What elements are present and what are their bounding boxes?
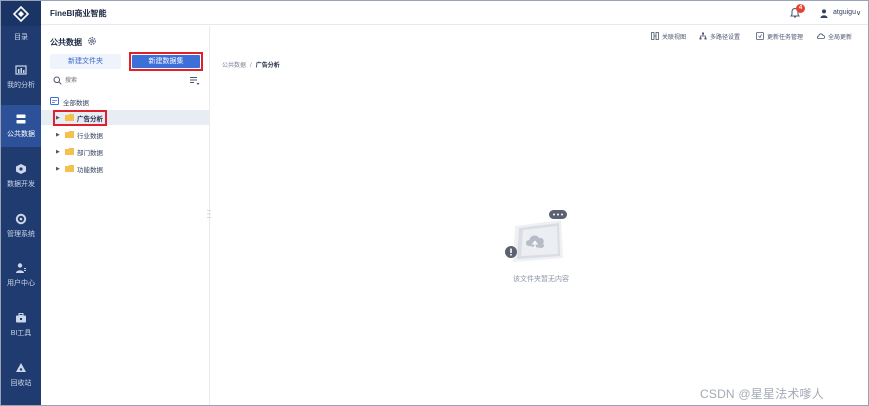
multi-path-icon — [699, 32, 707, 40]
empty-folder-illustration — [505, 210, 567, 262]
new-dataset-button[interactable]: 新建数据集 — [132, 55, 200, 68]
update-task-button[interactable]: 更新任务管理 — [756, 31, 803, 41]
folder-label: 行业数据 — [77, 132, 103, 140]
admin-icon — [15, 213, 27, 225]
relation-view-button[interactable]: 关联视图 — [651, 31, 686, 41]
highlight-box — [53, 110, 107, 126]
toolbar: 关联视图 多路径设置 更新任务管理 全局更新 — [211, 26, 868, 44]
rail-item-label: 数据开发 — [7, 181, 35, 188]
rail-item-catalog[interactable]: 目录 — [1, 26, 41, 48]
filter-icon[interactable] — [189, 76, 200, 86]
breadcrumb-root[interactable]: 公共数据 — [222, 63, 246, 69]
global-update-icon — [817, 33, 825, 39]
folder-icon — [65, 165, 74, 172]
folder-item-department-data[interactable]: ▶ 部门数据 — [41, 144, 209, 159]
multi-path-button[interactable]: 多路径设置 — [699, 31, 740, 41]
update-task-icon — [756, 32, 764, 40]
rail-item-admin[interactable]: 管理系统 — [1, 205, 41, 247]
tree-root[interactable]: 全部数据 — [50, 96, 89, 107]
rail-item-public-data[interactable]: 公共数据 — [1, 105, 41, 147]
data-dev-icon — [16, 164, 26, 174]
panel-title: 公共数据 — [50, 38, 82, 47]
breadcrumb-separator: / — [250, 63, 252, 69]
folder-label: 部门数据 — [77, 149, 103, 157]
watermark: CSDN @星星法术嗲人 — [700, 387, 824, 401]
global-update-button[interactable]: 全局更新 — [817, 31, 852, 41]
public-data-icon — [16, 114, 26, 124]
user-center-icon — [16, 263, 26, 273]
rail-item-label: 公共数据 — [7, 131, 35, 138]
highlight-box: 新建数据集 — [129, 52, 203, 71]
user-icon — [820, 9, 828, 18]
rail-item-label: 我的分析 — [7, 82, 35, 89]
rail-item-label: 管理系统 — [7, 231, 35, 238]
search-input[interactable] — [65, 75, 165, 87]
rail-item-recycle[interactable]: 回收站 — [1, 354, 41, 396]
folder-item-function-data[interactable]: ▶ 功能数据 — [41, 161, 209, 176]
username[interactable]: atguigu — [833, 9, 856, 16]
folder-label: 功能数据 — [77, 166, 103, 174]
app-title: FineBI商业智能 — [50, 9, 107, 18]
toolbar-label: 更新任务管理 — [767, 34, 804, 41]
caret-right-icon[interactable]: ▶ — [56, 149, 62, 155]
app-logo-icon[interactable] — [1, 1, 41, 26]
rail-item-label: 回收站 — [10, 380, 32, 387]
recycle-icon — [16, 363, 26, 372]
folder-icon — [65, 148, 74, 155]
toolbar-label: 关联视图 — [662, 34, 687, 41]
empty-state-text: 该文件夹暂无内容 — [513, 276, 569, 283]
rail-item-label: BI工具 — [10, 330, 32, 337]
main-content: 关联视图 多路径设置 更新任务管理 全局更新 公共数据 / 广告分析 该文件夹暂无内… — [211, 26, 868, 405]
nav-rail: 目录 我的分析 公共数据 数据开发 管理系统 用户中心 BI工具 回收站 — [1, 1, 41, 405]
top-header: FineBI商业智能 4 atguigu ∨ — [41, 1, 868, 25]
caret-right-icon[interactable]: ▶ — [56, 132, 62, 138]
public-data-panel: 公共数据 新建文件夹 新建数据集 全部数据 ▶ 广告分析 ▶ 行业数据 ▶ 部门… — [41, 26, 210, 405]
breadcrumb: 公共数据 / 广告分析 — [222, 60, 280, 69]
rail-item-user-center[interactable]: 用户中心 — [1, 254, 41, 296]
bi-tools-icon — [16, 313, 26, 323]
folder-icon — [65, 131, 74, 138]
notification-badge: 4 — [796, 4, 805, 13]
relation-view-icon — [651, 32, 659, 40]
chevron-down-icon[interactable]: ∨ — [856, 9, 861, 17]
rail-item-bi-tools[interactable]: BI工具 — [1, 304, 41, 346]
toolbar-label: 多路径设置 — [710, 34, 741, 41]
caret-right-icon[interactable]: ▶ — [56, 166, 62, 172]
search-icon — [53, 76, 62, 85]
rail-item-my-analysis[interactable]: 我的分析 — [1, 56, 41, 98]
gear-icon[interactable] — [87, 36, 97, 46]
rail-item-label: 目录 — [14, 34, 28, 41]
analysis-icon — [15, 65, 27, 75]
new-folder-button[interactable]: 新建文件夹 — [50, 54, 121, 69]
toolbar-label: 全局更新 — [828, 34, 853, 41]
rail-item-data-dev[interactable]: 数据开发 — [1, 155, 41, 197]
folder-item-industry-data[interactable]: ▶ 行业数据 — [41, 127, 209, 142]
tree-root-label: 全部数据 — [63, 99, 89, 107]
breadcrumb-current: 广告分析 — [255, 63, 280, 69]
rail-item-label: 用户中心 — [7, 280, 35, 287]
database-icon — [50, 97, 59, 105]
